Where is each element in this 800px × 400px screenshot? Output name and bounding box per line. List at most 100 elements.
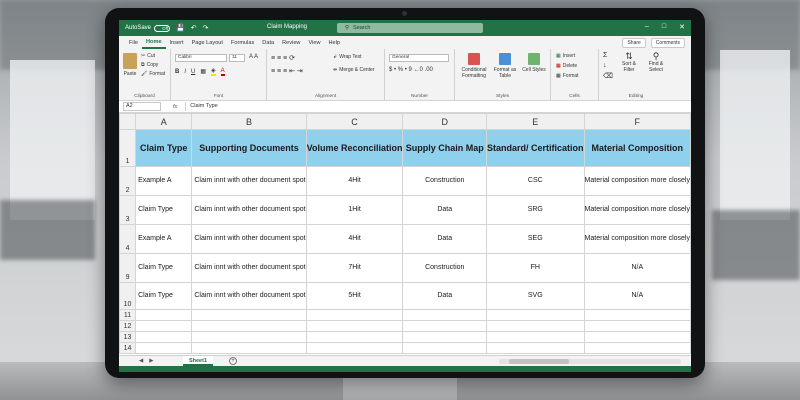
- header-cell-supply-chain-map[interactable]: Supply Chain Map: [402, 129, 488, 167]
- cell[interactable]: [583, 331, 691, 343]
- cell[interactable]: Data: [402, 195, 488, 225]
- cell[interactable]: 4Hit: [305, 224, 404, 254]
- cell[interactable]: [486, 331, 585, 343]
- add-sheet-button[interactable]: +: [229, 357, 237, 365]
- redo-icon[interactable]: ↷: [203, 24, 209, 32]
- name-box[interactable]: A2: [123, 102, 161, 111]
- horizontal-scrollbar[interactable]: [499, 359, 681, 364]
- clear-button[interactable]: ⌫: [603, 72, 613, 80]
- cell[interactable]: Claim innt with other document spot: [191, 282, 307, 310]
- font-name-select[interactable]: Calibri: [175, 54, 227, 62]
- cell[interactable]: [402, 342, 488, 354]
- sheet-tab-sheet1[interactable]: Sheet1: [183, 356, 213, 366]
- cell[interactable]: Claim innt with other document spot: [191, 195, 307, 225]
- header-cell-standard-certification[interactable]: Standard/ Certification: [486, 129, 585, 167]
- cell[interactable]: N/A: [583, 282, 691, 310]
- fx-icon[interactable]: fx: [173, 104, 177, 110]
- cell[interactable]: [583, 309, 691, 321]
- cell[interactable]: Material composition more closely: [583, 224, 691, 254]
- autosave-toggle[interactable]: Off: [154, 24, 171, 32]
- cell[interactable]: [191, 342, 307, 354]
- document-title[interactable]: Claim Mapping: [267, 24, 307, 30]
- cell[interactable]: [486, 342, 585, 354]
- cell[interactable]: Material composition more closely: [583, 166, 691, 196]
- format-cells-button[interactable]: ▦ Format: [556, 73, 579, 79]
- row-header[interactable]: 13: [119, 331, 137, 343]
- sort-filter-button[interactable]: ⇅ Sort & Filter: [617, 52, 641, 74]
- column-header-b[interactable]: B: [191, 113, 307, 130]
- cell[interactable]: Material composition more closely: [583, 195, 691, 225]
- header-cell-volume-reconciliation[interactable]: Volume Reconciliation: [305, 129, 404, 167]
- format-as-table-button[interactable]: Format as Table: [491, 53, 519, 79]
- cell[interactable]: [402, 331, 488, 343]
- sheet-nav-arrows[interactable]: ◀▶: [139, 358, 159, 364]
- row-header[interactable]: 12: [119, 320, 137, 332]
- vertical-align-buttons[interactable]: ≡ ≡ ≡ ⟳: [271, 54, 295, 62]
- cell[interactable]: [135, 309, 193, 321]
- save-icon[interactable]: 💾: [176, 24, 185, 32]
- merge-center-button[interactable]: ⇼ Merge & Center: [333, 67, 375, 73]
- cell[interactable]: Claim innt with other document spot: [191, 253, 307, 283]
- row-header[interactable]: 4: [119, 224, 137, 254]
- cell[interactable]: [305, 331, 404, 343]
- row-header[interactable]: 1: [119, 129, 137, 167]
- row-header[interactable]: 2: [119, 166, 137, 196]
- row-header[interactable]: 3: [119, 195, 137, 225]
- cell[interactable]: 5Hit: [305, 282, 404, 310]
- tab-review[interactable]: Review: [278, 36, 304, 49]
- column-header-a[interactable]: A: [135, 113, 193, 130]
- underline-icon[interactable]: U: [191, 69, 195, 75]
- cell[interactable]: Claim innt with other document spot: [191, 224, 307, 254]
- cell[interactable]: N/A: [583, 253, 691, 283]
- header-cell-material-composition[interactable]: Material Composition: [583, 129, 691, 167]
- row-header[interactable]: 10: [119, 282, 137, 310]
- cell[interactable]: [402, 320, 488, 332]
- tab-page-layout[interactable]: Page Layout: [188, 36, 227, 49]
- cell[interactable]: 4Hit: [305, 166, 404, 196]
- cell[interactable]: [135, 342, 193, 354]
- cell[interactable]: Claim Type: [135, 282, 193, 310]
- cell[interactable]: CSC: [486, 166, 585, 196]
- cell[interactable]: Claim innt with other document spot: [191, 166, 307, 196]
- search-input[interactable]: ⚲ Search: [337, 23, 483, 33]
- tab-help[interactable]: Help: [325, 36, 345, 49]
- tab-data[interactable]: Data: [258, 36, 278, 49]
- cell[interactable]: [191, 320, 307, 332]
- restore-icon[interactable]: □: [662, 23, 666, 31]
- delete-cells-button[interactable]: ▦ Delete: [556, 63, 577, 69]
- cell[interactable]: [583, 342, 691, 354]
- minimize-icon[interactable]: –: [645, 23, 649, 31]
- cell[interactable]: [486, 320, 585, 332]
- tab-view[interactable]: View: [304, 36, 324, 49]
- row-header[interactable]: 14: [119, 342, 137, 354]
- font-size-select[interactable]: 11: [229, 54, 245, 62]
- cell[interactable]: SRG: [486, 195, 585, 225]
- number-format-buttons[interactable]: $ • % • 9 ←0 .00: [389, 67, 433, 73]
- formula-input[interactable]: Claim Type: [185, 102, 687, 111]
- cell[interactable]: [135, 320, 193, 332]
- autosum-button[interactable]: Σ: [603, 52, 607, 59]
- row-header[interactable]: 9: [119, 253, 137, 283]
- cut-button[interactable]: ✂ Cut: [141, 53, 155, 59]
- close-icon[interactable]: ✕: [679, 23, 685, 31]
- cell[interactable]: FH: [486, 253, 585, 283]
- cell[interactable]: [402, 309, 488, 321]
- borders-icon[interactable]: ▦: [200, 68, 206, 75]
- cell[interactable]: [305, 342, 404, 354]
- font-color-icon[interactable]: A: [220, 68, 225, 76]
- cell[interactable]: Example A: [135, 224, 193, 254]
- header-cell-supporting-documents[interactable]: Supporting Documents: [191, 129, 307, 167]
- insert-cells-button[interactable]: ▦ Insert: [556, 53, 575, 59]
- tab-file[interactable]: File: [125, 36, 142, 49]
- copy-button[interactable]: ⧉ Copy: [141, 62, 158, 68]
- undo-icon[interactable]: ↶: [191, 24, 197, 32]
- scrollbar-thumb[interactable]: [509, 359, 569, 364]
- share-button[interactable]: Share: [622, 38, 646, 48]
- cell[interactable]: [191, 331, 307, 343]
- bold-icon[interactable]: B: [175, 69, 179, 75]
- tab-home[interactable]: Home: [142, 36, 166, 49]
- cell[interactable]: Data: [402, 224, 488, 254]
- cell[interactable]: [305, 320, 404, 332]
- cell[interactable]: [486, 309, 585, 321]
- cell[interactable]: Data: [402, 282, 488, 310]
